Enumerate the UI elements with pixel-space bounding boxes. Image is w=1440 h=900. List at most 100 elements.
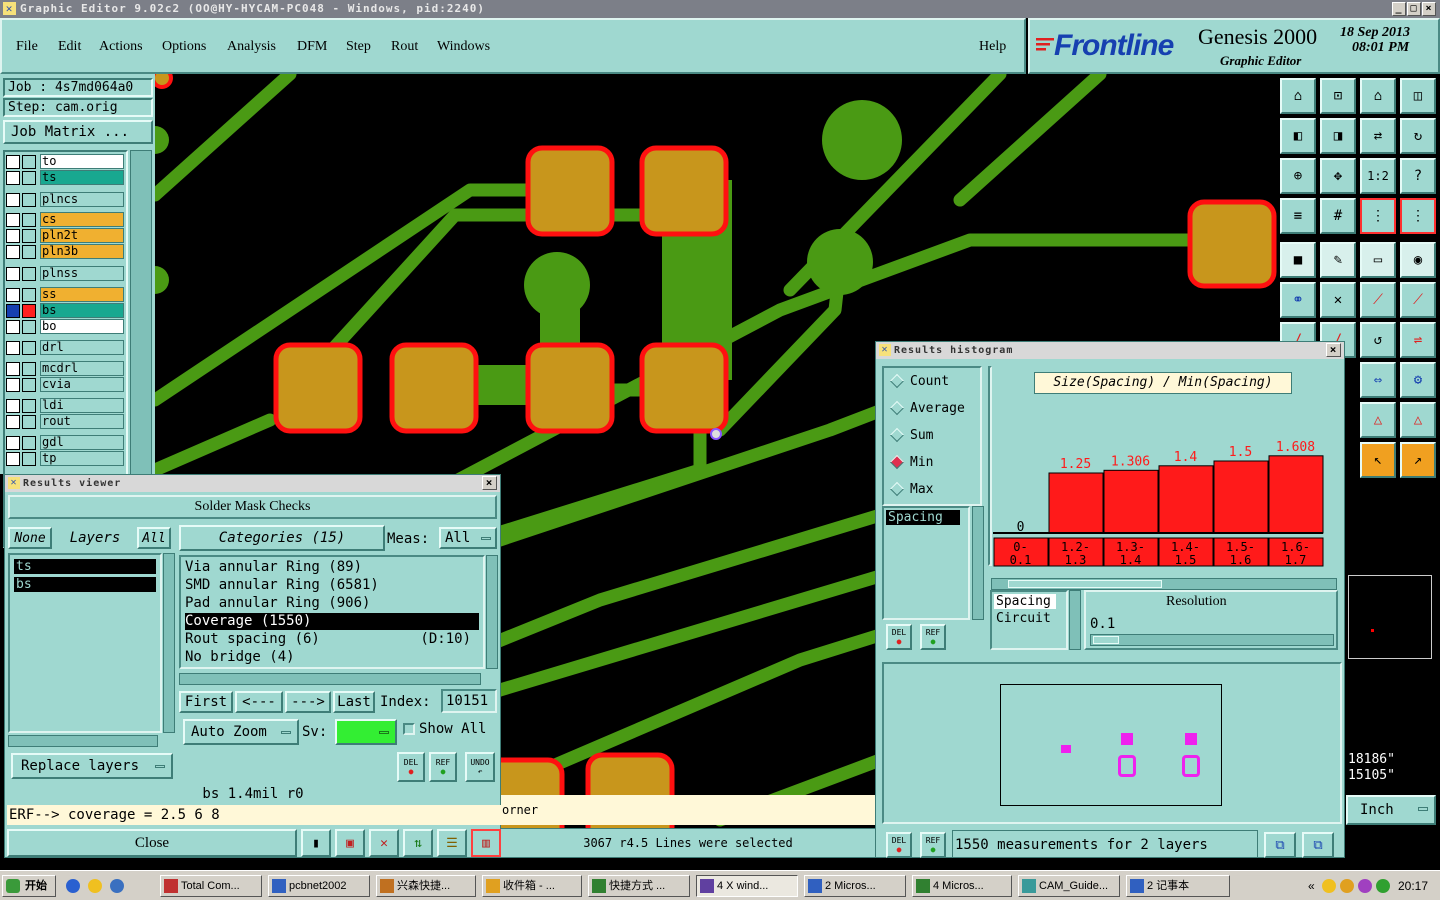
close-button[interactable]: Close — [7, 829, 297, 857]
layer-name[interactable]: drl — [40, 340, 124, 355]
histogram-bar[interactable] — [1268, 455, 1324, 534]
sub-list[interactable]: Spacing Circuit — [990, 590, 1068, 650]
layer-name[interactable]: plncs — [40, 192, 124, 207]
layer-color-swatch[interactable] — [22, 267, 36, 281]
tool-line-alt-icon[interactable]: ⟋ — [1400, 282, 1436, 318]
menu-file[interactable]: File — [16, 39, 38, 55]
layer-checkbox[interactable] — [6, 415, 20, 429]
tool-pan-right-icon[interactable]: ◨ — [1320, 118, 1356, 154]
layer-checkbox[interactable] — [6, 436, 20, 450]
menu-help[interactable]: Help — [979, 39, 1006, 55]
taskbar-item[interactable]: 收件箱 - ... — [482, 875, 582, 897]
tool-split-view-icon[interactable]: ◫ — [1400, 78, 1436, 114]
delete-results-icon[interactable]: ✕ — [369, 829, 399, 857]
tool-zoom-box-icon[interactable]: ⊕ — [1280, 158, 1316, 194]
layer-row[interactable]: ldi — [6, 398, 124, 413]
layer-row[interactable]: mcdrl — [6, 361, 124, 376]
list-item-spacing[interactable]: Spacing — [886, 510, 960, 525]
menu-rout[interactable]: Rout — [391, 39, 418, 55]
layer-name[interactable]: pln2t — [40, 228, 124, 243]
menu-actions[interactable]: Actions — [99, 39, 143, 55]
meas-dropdown[interactable]: All — [439, 527, 497, 549]
tray-arrow-icon[interactable]: « — [1308, 879, 1315, 893]
layer-checkbox[interactable] — [6, 213, 20, 227]
category-item[interactable]: Pad annular Ring (906) — [185, 595, 479, 612]
hist-ref-button[interactable]: REF ● — [920, 624, 946, 650]
layer-checkbox[interactable] — [6, 229, 20, 243]
tool-move-icon[interactable]: ↗ — [1400, 442, 1436, 478]
layer-checkbox[interactable] — [6, 452, 20, 466]
menu-analysis[interactable]: Analysis — [227, 39, 276, 55]
tool-tri-alt-icon[interactable]: △ — [1400, 402, 1436, 438]
report-icon[interactable]: ▮ — [301, 829, 331, 857]
export-icon[interactable]: ⧉ — [1264, 832, 1296, 858]
tool-rotate-icon[interactable]: ↺ — [1360, 322, 1396, 358]
layer-checkbox[interactable] — [6, 341, 20, 355]
none-button[interactable]: None — [8, 527, 52, 549]
taskbar-item[interactable]: pcbnet2002 — [268, 875, 370, 897]
tool-zoom-fit-icon[interactable]: ⌂ — [1360, 78, 1396, 114]
layer-name[interactable]: to — [40, 154, 124, 169]
layer-checkbox[interactable] — [6, 171, 20, 185]
first-button[interactable]: First — [179, 691, 233, 713]
layer-checkbox[interactable] — [6, 399, 20, 413]
tool-zoom-home-icon[interactable]: ⌂ — [1280, 78, 1316, 114]
quicklaunch-icon[interactable] — [110, 879, 124, 893]
ref-button[interactable]: REF ● — [429, 752, 457, 782]
chart-hscrollbar[interactable] — [991, 578, 1337, 590]
histogram-bar[interactable] — [1103, 469, 1159, 534]
layer-name[interactable]: bs — [40, 303, 124, 318]
taskbar-item[interactable]: 兴森快捷... — [376, 875, 476, 897]
taskbar-item[interactable]: 快捷方式 ... — [588, 875, 690, 897]
close-window-button[interactable]: × — [1422, 2, 1436, 16]
tool-grid-icon[interactable]: # — [1320, 198, 1356, 234]
tool-edit-icon[interactable]: ✎ — [1320, 242, 1356, 278]
mini-map[interactable] — [1348, 575, 1432, 659]
undo-button[interactable]: UNDO ↶ — [465, 752, 495, 782]
layer-color-swatch[interactable] — [22, 362, 36, 376]
histogram-icon[interactable]: ▥ — [471, 829, 501, 857]
menu-windows[interactable]: Windows — [437, 39, 490, 55]
sv-color-dropdown[interactable] — [335, 719, 397, 745]
layer-name[interactable]: ss — [40, 287, 124, 302]
layer-checkbox[interactable] — [6, 304, 20, 318]
layer-row[interactable]: pln2t — [6, 228, 124, 243]
tool-help-icon[interactable]: ? — [1400, 158, 1436, 194]
start-button[interactable]: 开始 — [2, 875, 56, 897]
last-button[interactable]: Last — [333, 691, 375, 713]
layer-row[interactable]: cs — [6, 212, 124, 227]
layer-name[interactable]: cvia — [40, 377, 124, 392]
layer-color-swatch[interactable] — [22, 436, 36, 450]
tray-icon[interactable] — [1340, 879, 1354, 893]
layer-row[interactable]: cvia — [6, 377, 124, 392]
menu-edit[interactable]: Edit — [58, 39, 81, 55]
category-item[interactable]: SMD annular Ring (6581) — [185, 577, 479, 594]
histogram-list-scrollbar[interactable] — [972, 506, 984, 620]
ie-icon[interactable] — [66, 879, 80, 893]
tool-cross-icon[interactable]: ✕ — [1320, 282, 1356, 318]
taskbar-item[interactable]: 4 X wind... — [696, 875, 798, 897]
layers-listbox[interactable]: ts bs — [8, 553, 162, 733]
auto-zoom-dropdown[interactable]: Auto Zoom — [183, 719, 299, 745]
category-item[interactable]: Rout spacing (6) (D:10) — [185, 631, 479, 648]
save-icon[interactable]: ▣ — [335, 829, 365, 857]
tool-center-icon[interactable]: ✥ — [1320, 158, 1356, 194]
resolution-slider[interactable] — [1090, 634, 1334, 646]
units-selector[interactable]: Inch — [1346, 795, 1436, 825]
layer-color-swatch[interactable] — [22, 229, 36, 243]
layer-name[interactable]: ldi — [40, 398, 124, 413]
layer-row[interactable]: gdl — [6, 435, 124, 450]
layer-row[interactable]: ts — [6, 170, 124, 185]
layer-checkbox[interactable] — [6, 267, 20, 281]
tool-tri-icon[interactable]: △ — [1360, 402, 1396, 438]
hist-ref2-button[interactable]: REF ● — [920, 832, 946, 858]
histogram-list[interactable]: Spacing — [882, 506, 970, 620]
layer-name[interactable]: gdl — [40, 435, 124, 450]
categories-hscrollbar[interactable] — [179, 673, 481, 685]
next-button[interactable]: ---> — [285, 691, 331, 713]
layers-hscrollbar[interactable] — [8, 735, 158, 747]
show-all-checkbox[interactable] — [403, 723, 415, 735]
layer-name[interactable]: plnss — [40, 266, 124, 281]
close-icon[interactable]: × — [482, 476, 497, 490]
layer-row[interactable]: plncs — [6, 192, 124, 207]
